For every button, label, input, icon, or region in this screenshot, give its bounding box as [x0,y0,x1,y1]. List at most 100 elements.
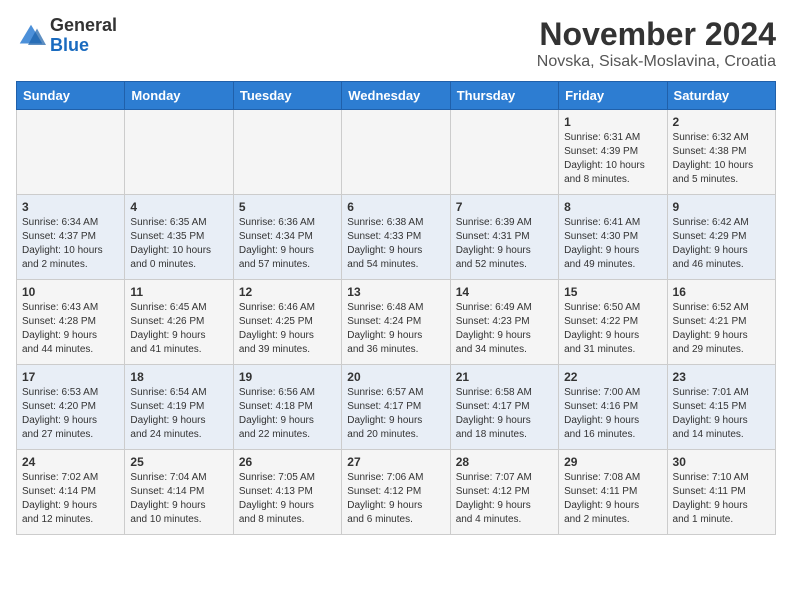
calendar-week-5: 24 Sunrise: 7:02 AM Sunset: 4:14 PM Dayli… [17,450,776,535]
calendar-cell: 10 Sunrise: 6:43 AM Sunset: 4:28 PM Dayli… [17,280,125,365]
day-number: 11 [130,285,227,299]
day-info: Sunrise: 6:57 AM Sunset: 4:17 PM Dayligh… [347,386,444,442]
logo-text: General Blue [50,16,117,56]
day-info: Sunrise: 7:00 AM Sunset: 4:16 PM Dayligh… [564,386,661,442]
calendar-cell: 28Sunrise: 7:07 AM Sunset: 4:12 PM Dayli… [450,450,558,535]
calendar-cell: 1 Sunrise: 6:31 AM Sunset: 4:39 PM Daylig… [559,110,667,195]
day-number: 1 [564,115,661,129]
day-info: Sunrise: 6:49 AM Sunset: 4:23 PM Dayligh… [456,301,553,357]
col-header-saturday: Saturday [667,82,775,110]
calendar-cell: 20 Sunrise: 6:57 AM Sunset: 4:17 PM Dayli… [342,365,450,450]
calendar-header-row: SundayMondayTuesdayWednesdayThursdayFrid… [17,82,776,110]
calendar-cell: 9 Sunrise: 6:42 AM Sunset: 4:29 PM Daylig… [667,195,775,280]
calendar-cell: 8 Sunrise: 6:41 AM Sunset: 4:30 PM Daylig… [559,195,667,280]
day-number: 8 [564,200,661,214]
day-info: Sunrise: 6:31 AM Sunset: 4:39 PM Dayligh… [564,131,661,187]
calendar-cell: 2 Sunrise: 6:32 AM Sunset: 4:38 PM Daylig… [667,110,775,195]
day-number: 15 [564,285,661,299]
day-number: 3 [22,200,119,214]
col-header-friday: Friday [559,82,667,110]
calendar-cell: 7Sunrise: 6:39 AM Sunset: 4:31 PM Daylig… [450,195,558,280]
day-number: 9 [673,200,770,214]
day-number: 10 [22,285,119,299]
day-number: 2 [673,115,770,129]
calendar-cell: 6 Sunrise: 6:38 AM Sunset: 4:33 PM Daylig… [342,195,450,280]
calendar-cell: 30Sunrise: 7:10 AM Sunset: 4:11 PM Dayli… [667,450,775,535]
page-header: General Blue November 2024 Novska, Sisak… [16,16,776,71]
calendar-body: 1 Sunrise: 6:31 AM Sunset: 4:39 PM Daylig… [17,110,776,535]
day-info: Sunrise: 7:05 AM Sunset: 4:13 PM Dayligh… [239,471,336,527]
day-info: Sunrise: 7:02 AM Sunset: 4:14 PM Dayligh… [22,471,119,527]
day-info: Sunrise: 6:42 AM Sunset: 4:29 PM Dayligh… [673,216,770,272]
day-number: 27 [347,455,444,469]
col-header-tuesday: Tuesday [233,82,341,110]
col-header-sunday: Sunday [17,82,125,110]
day-info: Sunrise: 6:45 AM Sunset: 4:26 PM Dayligh… [130,301,227,357]
day-number: 7 [456,200,553,214]
calendar-cell: 14 Sunrise: 6:49 AM Sunset: 4:23 PM Dayli… [450,280,558,365]
calendar-cell: 22Sunrise: 7:00 AM Sunset: 4:16 PM Dayli… [559,365,667,450]
calendar-cell [125,110,233,195]
calendar-cell: 5 Sunrise: 6:36 AM Sunset: 4:34 PM Daylig… [233,195,341,280]
calendar-cell [450,110,558,195]
calendar-cell: 24 Sunrise: 7:02 AM Sunset: 4:14 PM Dayli… [17,450,125,535]
calendar-cell: 12Sunrise: 6:46 AM Sunset: 4:25 PM Dayli… [233,280,341,365]
calendar-cell [342,110,450,195]
day-info: Sunrise: 6:52 AM Sunset: 4:21 PM Dayligh… [673,301,770,357]
day-number: 17 [22,370,119,384]
day-number: 12 [239,285,336,299]
logo: General Blue [16,16,117,56]
day-info: Sunrise: 7:04 AM Sunset: 4:14 PM Dayligh… [130,471,227,527]
day-info: Sunrise: 7:01 AM Sunset: 4:15 PM Dayligh… [673,386,770,442]
calendar-week-1: 1 Sunrise: 6:31 AM Sunset: 4:39 PM Daylig… [17,110,776,195]
calendar-cell: 13 Sunrise: 6:48 AM Sunset: 4:24 PM Dayli… [342,280,450,365]
calendar-week-2: 3 Sunrise: 6:34 AM Sunset: 4:37 PM Daylig… [17,195,776,280]
calendar-cell [17,110,125,195]
day-number: 20 [347,370,444,384]
day-info: Sunrise: 6:54 AM Sunset: 4:19 PM Dayligh… [130,386,227,442]
calendar-cell: 17 Sunrise: 6:53 AM Sunset: 4:20 PM Dayli… [17,365,125,450]
calendar-cell: 18 Sunrise: 6:54 AM Sunset: 4:19 PM Dayli… [125,365,233,450]
day-info: Sunrise: 6:48 AM Sunset: 4:24 PM Dayligh… [347,301,444,357]
day-info: Sunrise: 6:43 AM Sunset: 4:28 PM Dayligh… [22,301,119,357]
calendar-cell [233,110,341,195]
col-header-monday: Monday [125,82,233,110]
day-info: Sunrise: 6:58 AM Sunset: 4:17 PM Dayligh… [456,386,553,442]
day-number: 26 [239,455,336,469]
day-number: 13 [347,285,444,299]
day-info: Sunrise: 6:36 AM Sunset: 4:34 PM Dayligh… [239,216,336,272]
title-block: November 2024 Novska, Sisak-Moslavina, C… [537,16,776,71]
calendar-week-3: 10 Sunrise: 6:43 AM Sunset: 4:28 PM Dayli… [17,280,776,365]
calendar-cell: 23Sunrise: 7:01 AM Sunset: 4:15 PM Dayli… [667,365,775,450]
month-title: November 2024 [537,16,776,53]
day-number: 6 [347,200,444,214]
day-number: 14 [456,285,553,299]
day-info: Sunrise: 6:34 AM Sunset: 4:37 PM Dayligh… [22,216,119,272]
day-info: Sunrise: 7:08 AM Sunset: 4:11 PM Dayligh… [564,471,661,527]
calendar-cell: 29 Sunrise: 7:08 AM Sunset: 4:11 PM Dayli… [559,450,667,535]
calendar-cell: 4Sunrise: 6:35 AM Sunset: 4:35 PM Daylig… [125,195,233,280]
calendar-week-4: 17 Sunrise: 6:53 AM Sunset: 4:20 PM Dayli… [17,365,776,450]
day-number: 29 [564,455,661,469]
day-info: Sunrise: 6:38 AM Sunset: 4:33 PM Dayligh… [347,216,444,272]
calendar-cell: 21 Sunrise: 6:58 AM Sunset: 4:17 PM Dayli… [450,365,558,450]
col-header-wednesday: Wednesday [342,82,450,110]
day-number: 21 [456,370,553,384]
day-number: 24 [22,455,119,469]
calendar-cell: 16Sunrise: 6:52 AM Sunset: 4:21 PM Dayli… [667,280,775,365]
day-info: Sunrise: 7:06 AM Sunset: 4:12 PM Dayligh… [347,471,444,527]
calendar-cell: 3 Sunrise: 6:34 AM Sunset: 4:37 PM Daylig… [17,195,125,280]
day-number: 25 [130,455,227,469]
day-number: 19 [239,370,336,384]
day-info: Sunrise: 6:53 AM Sunset: 4:20 PM Dayligh… [22,386,119,442]
logo-icon [16,21,46,51]
day-info: Sunrise: 6:41 AM Sunset: 4:30 PM Dayligh… [564,216,661,272]
location-subtitle: Novska, Sisak-Moslavina, Croatia [537,53,776,71]
calendar-cell: 26 Sunrise: 7:05 AM Sunset: 4:13 PM Dayli… [233,450,341,535]
day-number: 18 [130,370,227,384]
day-number: 4 [130,200,227,214]
day-info: Sunrise: 6:32 AM Sunset: 4:38 PM Dayligh… [673,131,770,187]
calendar-cell: 27 Sunrise: 7:06 AM Sunset: 4:12 PM Dayli… [342,450,450,535]
day-info: Sunrise: 6:50 AM Sunset: 4:22 PM Dayligh… [564,301,661,357]
day-number: 5 [239,200,336,214]
